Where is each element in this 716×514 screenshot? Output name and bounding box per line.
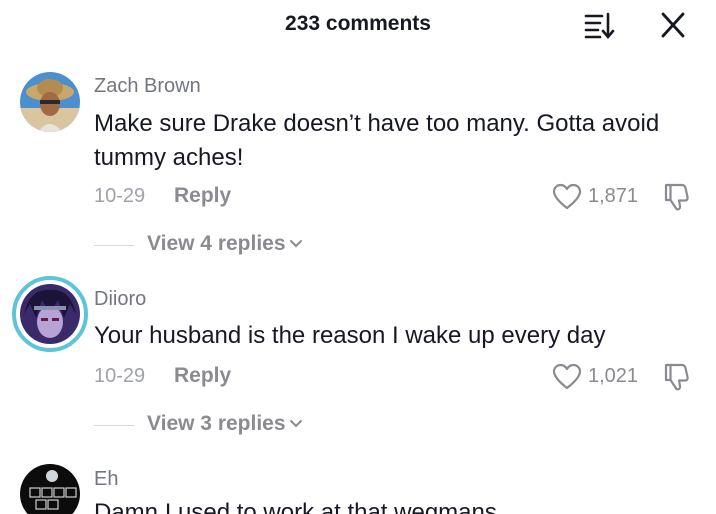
chevron-down-icon: [289, 420, 302, 428]
like-count: 1,871: [588, 185, 639, 207]
avatar[interactable]: [20, 284, 80, 344]
close-icon: [661, 12, 685, 38]
reply-button[interactable]: Reply: [174, 184, 231, 208]
comment-username[interactable]: Diioro: [94, 288, 146, 311]
sort-button[interactable]: [582, 10, 616, 40]
heart-icon: [552, 183, 582, 210]
dislike-button[interactable]: [660, 181, 692, 213]
comment-username[interactable]: Zach Brown: [94, 75, 201, 98]
comment-date: 10-29: [94, 185, 146, 207]
thumbs-down-icon: [664, 363, 689, 391]
like-button[interactable]: [552, 183, 582, 211]
close-button[interactable]: [656, 10, 690, 40]
heart-icon: [552, 363, 582, 390]
like-count: 1,021: [588, 365, 639, 387]
view-replies-button[interactable]: View 3 replies: [147, 412, 304, 436]
chevron-down-icon: [289, 240, 302, 248]
avatar[interactable]: [20, 72, 80, 132]
divider: [94, 425, 134, 426]
view-replies-label: View 4 replies: [147, 232, 286, 255]
comment-username[interactable]: Eh: [94, 468, 118, 491]
thumbs-down-icon: [664, 183, 689, 211]
view-replies-label: View 3 replies: [147, 412, 286, 435]
divider: [94, 245, 134, 246]
view-replies-button[interactable]: View 4 replies: [147, 232, 304, 256]
sort-icon: [584, 12, 615, 40]
dislike-button[interactable]: [660, 361, 692, 393]
comment-text: Your husband is the reason I wake up eve…: [94, 322, 606, 349]
comment-date: 10-29: [94, 365, 146, 387]
reply-button[interactable]: Reply: [174, 364, 231, 388]
avatar[interactable]: [20, 464, 80, 514]
comments-header: 233 comments: [0, 0, 716, 52]
like-button[interactable]: [552, 363, 582, 391]
comment-text: Make sure Drake doesn’t have too many. G…: [94, 110, 660, 171]
comment-text: Damn I used to work at that wegmans: [94, 499, 497, 514]
